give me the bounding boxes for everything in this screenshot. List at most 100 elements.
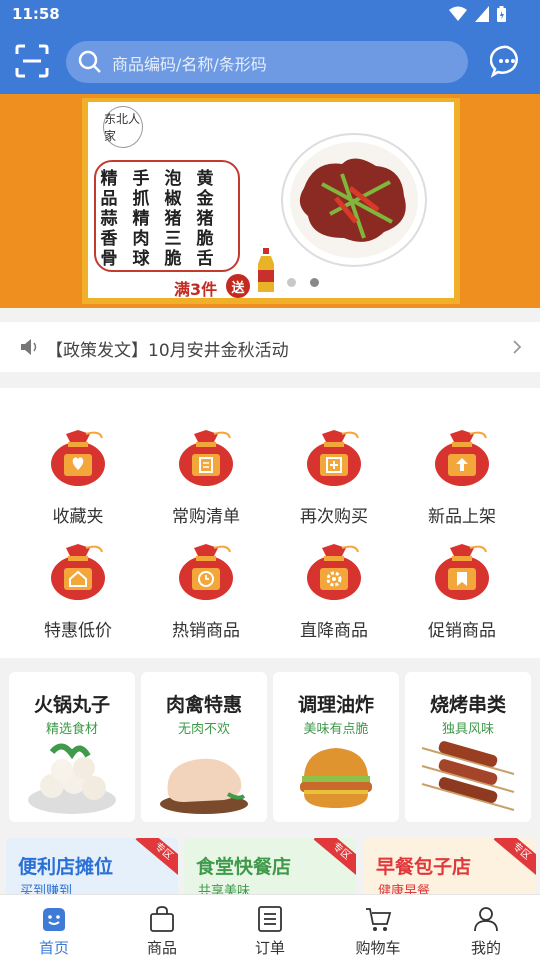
bag-plus-icon [307, 430, 361, 486]
promo-card-breakfast[interactable]: 专区 早餐包子店 健康早餐 [364, 838, 536, 894]
promo-card-convenience[interactable]: 专区 便利店摊位 买到赚到 [6, 838, 178, 894]
menu-char: 香 [100, 229, 118, 249]
menu-char: 脆 [196, 229, 214, 249]
chat-bubble-icon [489, 45, 518, 78]
bag-house-icon [51, 544, 105, 600]
status-icons [449, 6, 506, 22]
grid-item-hot-sale[interactable]: 热销商品 [146, 542, 266, 652]
menu-char: 猪 [196, 209, 214, 229]
menu-char: 三 [164, 229, 182, 249]
tab-profile[interactable]: 我的 [432, 895, 540, 960]
quick-menu-grid: 收藏夹 常购清单 再次购买 新品上架 特惠低价 热销商品 直降商品 促销商品 [0, 388, 540, 658]
category-card-hotpot-balls[interactable]: 火锅丸子 精选食材 [9, 672, 135, 822]
home-smile-icon [43, 908, 65, 931]
signal-icon [475, 6, 489, 22]
bag-list-icon [179, 430, 233, 486]
menu-char: 骨 [100, 249, 118, 269]
menu-char: 精 [132, 209, 150, 229]
menu-char: 肉 [132, 229, 150, 249]
tab-label: 首页 [38, 939, 69, 957]
category-subtitle: 无肉不欢 [177, 722, 230, 737]
bag-clock-icon [179, 544, 233, 600]
status-time: 11:58 [12, 5, 60, 23]
bag-upload-icon [435, 430, 489, 486]
menu-char: 黄 [196, 169, 214, 189]
skewer-image [421, 741, 515, 811]
brand-logo: 东北人家 [103, 106, 143, 148]
menu-column-3: 泡 椒 猪 三 脆 [164, 170, 182, 269]
grid-item-price-drop[interactable]: 直降商品 [274, 542, 394, 652]
grid-item-special-price[interactable]: 特惠低价 [18, 542, 138, 652]
promo-badge: 专区 [313, 838, 356, 877]
pagination-dot-active[interactable] [310, 278, 319, 287]
menu-column-1: 精 品 蒜 香 骨 [100, 170, 118, 269]
tab-orders[interactable]: 订单 [216, 895, 324, 960]
banner-pagination [287, 278, 319, 287]
tab-label: 购物车 [355, 939, 401, 957]
grid-item-buy-again[interactable]: 再次购买 [274, 428, 394, 538]
oil-bottle-image [258, 248, 274, 292]
grid-item-label: 常购清单 [172, 507, 240, 527]
promo-card-canteen[interactable]: 专区 食堂快餐店 共享美味 [184, 838, 356, 894]
menu-char: 精 [100, 169, 118, 189]
category-card-bbq[interactable]: 烧烤串类 独具风味 [405, 672, 531, 822]
grid-item-label: 再次购买 [300, 507, 368, 527]
grid-item-label: 特惠低价 [44, 621, 112, 641]
grid-item-label: 直降商品 [300, 621, 368, 641]
category-subtitle: 独具风味 [441, 722, 494, 737]
top-header: 商品编码/名称/条形码 [0, 30, 540, 94]
menu-char: 抓 [132, 189, 150, 209]
tab-label: 我的 [470, 939, 501, 957]
speaker-icon [21, 339, 37, 355]
chicken-image [160, 758, 248, 814]
grid-item-favorites[interactable]: 收藏夹 [18, 428, 138, 538]
menu-char: 蒜 [100, 209, 118, 229]
tab-home[interactable]: 首页 [0, 895, 108, 960]
scan-icon [15, 44, 49, 78]
menu-char: 金 [196, 189, 214, 209]
menu-char: 舌 [196, 249, 214, 269]
tab-products[interactable]: 商品 [108, 895, 216, 960]
promo-title: 早餐包子店 [376, 856, 472, 878]
menu-char: 手 [132, 169, 150, 189]
promo-title: 便利店摊位 [18, 856, 114, 878]
promo-subtitle: 健康早餐 [378, 884, 431, 894]
battery-icon [497, 6, 506, 22]
grid-item-label: 热销商品 [172, 621, 240, 641]
burger-image [300, 748, 372, 808]
category-title: 烧烤串类 [429, 694, 506, 716]
category-subtitle: 美味有点脆 [303, 722, 369, 737]
promo-title: 食堂快餐店 [196, 856, 292, 878]
bag-bookmark-icon [435, 544, 489, 600]
category-card-fried[interactable]: 调理油炸 美味有点脆 [273, 672, 399, 822]
category-card-poultry[interactable]: 肉禽特惠 无肉不欢 [141, 672, 267, 822]
dish-image [281, 133, 427, 267]
menu-char: 球 [132, 249, 150, 269]
message-button[interactable] [489, 44, 524, 78]
notice-text: 【政策发文】10月安井金秋活动 [46, 341, 289, 361]
category-title: 肉禽特惠 [165, 694, 242, 716]
order-list-icon [258, 906, 282, 932]
grid-item-label: 促销商品 [428, 621, 496, 641]
bag-gear-icon [307, 544, 361, 600]
grid-item-frequent-list[interactable]: 常购清单 [146, 428, 266, 538]
scan-button[interactable] [14, 43, 50, 79]
search-placeholder: 商品编码/名称/条形码 [112, 55, 267, 74]
promo-subtitle: 共享美味 [198, 884, 251, 894]
pagination-dot[interactable] [287, 278, 296, 287]
promo-zone: 专区 便利店摊位 买到赚到 专区 食堂快餐店 共享美味 专区 早餐包子店 健康早… [0, 832, 540, 894]
tab-cart[interactable]: 购物车 [324, 895, 432, 960]
tab-label: 订单 [254, 939, 285, 957]
search-bar[interactable]: 商品编码/名称/条形码 [66, 41, 468, 83]
menu-char: 猪 [164, 209, 182, 229]
menu-char: 泡 [164, 169, 182, 189]
bottom-tab-bar: 首页 商品 订单 购物车 我的 [0, 894, 540, 960]
grid-item-promotion[interactable]: 促销商品 [402, 542, 522, 652]
tab-label: 商品 [146, 939, 177, 957]
grid-item-label: 新品上架 [428, 507, 496, 527]
promo-badge: 专区 [135, 838, 178, 877]
grid-item-new-arrivals[interactable]: 新品上架 [402, 428, 522, 538]
menu-char: 椒 [164, 189, 182, 209]
wifi-icon [449, 6, 467, 21]
notice-bar[interactable]: 【政策发文】10月安井金秋活动 [0, 322, 540, 372]
